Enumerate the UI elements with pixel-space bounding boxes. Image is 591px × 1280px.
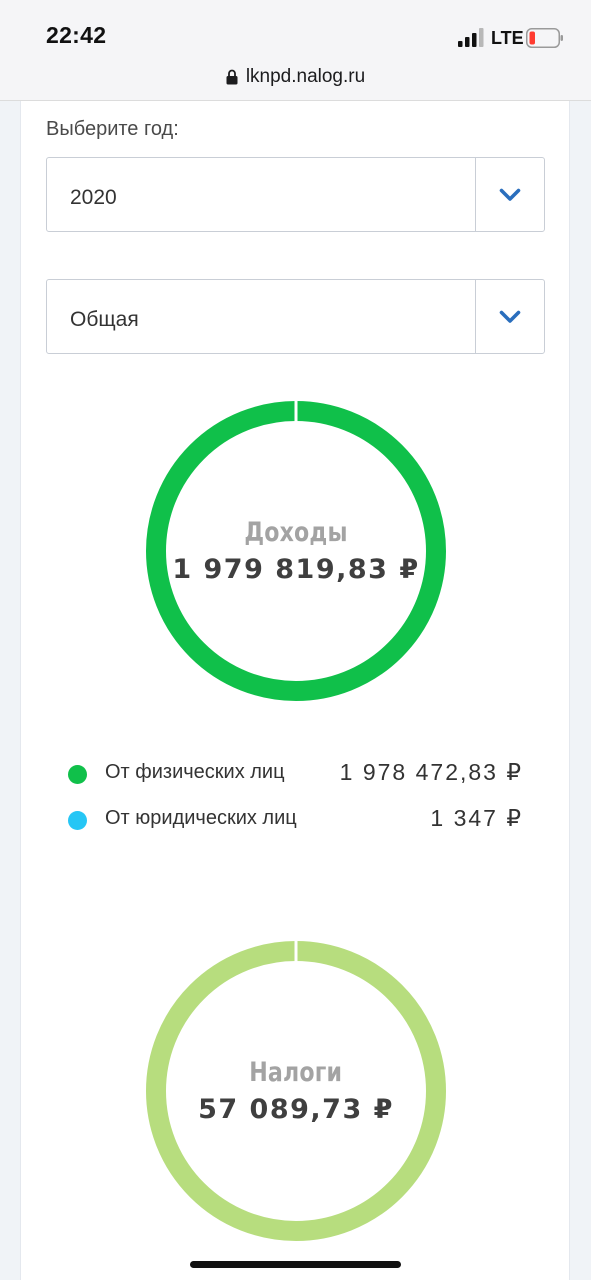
legend-dot-legal-entities	[68, 811, 87, 830]
legend-label-legal-entities: От юридических лиц	[105, 807, 297, 829]
income-type-select[interactable]: Общая	[46, 279, 545, 354]
legend-dot-individuals	[68, 765, 87, 784]
legend-item-legal-entities: От юридических лиц 1 347 ₽	[68, 805, 523, 835]
screen: 22:42 LTE lknpd.nalog.ru Выберите год: 2…	[0, 0, 591, 1280]
chevron-down-icon	[499, 188, 521, 201]
income-type-select-toggle[interactable]	[475, 280, 544, 353]
tax-title: Налоги	[249, 1057, 343, 1088]
tax-donut-center: Налоги 57 089,73 ₽	[145, 940, 447, 1242]
browser-top-bar: 22:42 LTE lknpd.nalog.ru	[0, 0, 591, 101]
status-time: 22:42	[46, 22, 107, 48]
legend-item-individuals: От физических лиц 1 978 472,83 ₽	[68, 759, 523, 789]
year-select-label: Выберите год:	[46, 118, 179, 140]
url-bar[interactable]: lknpd.nalog.ru	[0, 62, 591, 92]
income-total: 1 979 819,83 ₽	[172, 554, 420, 585]
income-title: Доходы	[244, 517, 348, 548]
income-donut-center: Доходы 1 979 819,83 ₽	[145, 400, 447, 702]
page-gutter-left	[0, 101, 21, 1280]
url-text: lknpd.nalog.ru	[245, 66, 366, 87]
tax-donut-chart: Налоги 57 089,73 ₽	[145, 940, 447, 1242]
page-gutter-right	[569, 101, 591, 1280]
year-select-value: 2020	[70, 186, 117, 209]
battery-low-icon	[526, 28, 563, 48]
chevron-down-icon	[499, 310, 521, 323]
income-donut-chart: Доходы 1 979 819,83 ₽	[145, 400, 447, 702]
tax-total: 57 089,73 ₽	[198, 1094, 394, 1125]
legend-label-individuals: От физических лиц	[105, 761, 285, 783]
legend-value-legal-entities: 1 347 ₽	[430, 805, 523, 831]
lock-icon	[226, 69, 238, 85]
home-indicator[interactable]	[190, 1261, 401, 1268]
income-type-select-value: Общая	[70, 308, 139, 331]
year-select[interactable]: 2020	[46, 157, 545, 232]
network-type: LTE	[491, 28, 524, 48]
cellular-signal-icon	[458, 28, 484, 47]
legend-value-individuals: 1 978 472,83 ₽	[339, 759, 523, 785]
year-select-toggle[interactable]	[475, 158, 544, 231]
